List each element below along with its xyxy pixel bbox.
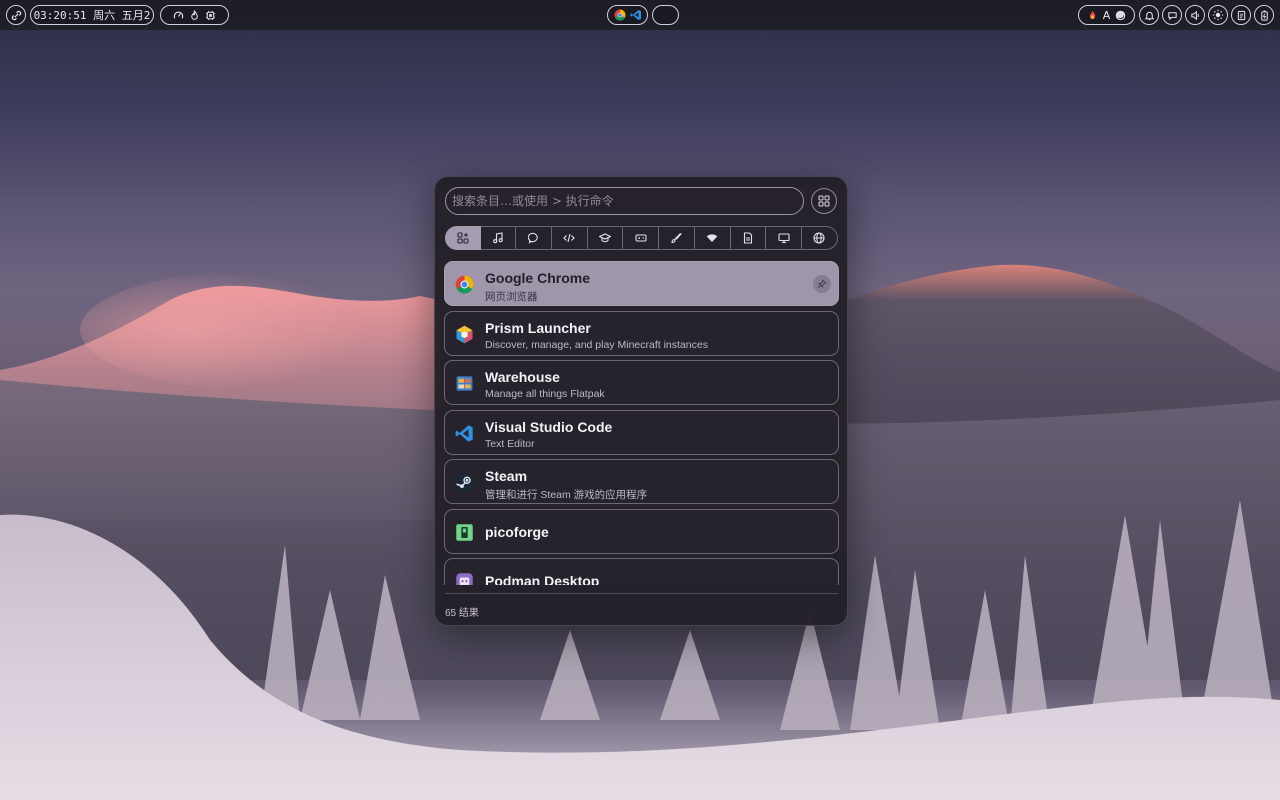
search-input[interactable] bbox=[445, 187, 804, 215]
volume-icon[interactable] bbox=[1185, 5, 1205, 25]
tab-game[interactable] bbox=[623, 226, 660, 250]
pin-button[interactable] bbox=[813, 275, 831, 293]
system-monitor-pill[interactable] bbox=[160, 5, 229, 25]
app-name: Visual Studio Code bbox=[485, 419, 613, 435]
top-bar: 03:20:51 周六 五月2 A bbox=[0, 0, 1280, 30]
list-item[interactable]: Steam 管理和进行 Steam 游戏的应用程序 bbox=[444, 459, 839, 504]
vscode-icon[interactable] bbox=[630, 9, 642, 21]
graduation-cap-icon bbox=[599, 233, 612, 243]
app-launcher: Google Chrome 网页浏览器 Prism Launcher Disco… bbox=[434, 176, 848, 626]
pin-icon bbox=[817, 279, 827, 289]
brightness-icon[interactable] bbox=[1208, 5, 1228, 25]
grid-view-button[interactable] bbox=[811, 188, 837, 214]
vscode-icon bbox=[455, 424, 474, 443]
tab-system[interactable] bbox=[766, 226, 802, 250]
tab-network[interactable] bbox=[694, 226, 731, 250]
app-name: Podman Desktop bbox=[485, 573, 600, 585]
app-name: Steam bbox=[485, 468, 528, 484]
steam-icon bbox=[455, 473, 474, 492]
music-icon bbox=[493, 232, 503, 244]
monitor-icon bbox=[777, 233, 790, 244]
document-icon bbox=[743, 232, 752, 244]
input-method-indicator[interactable]: A bbox=[1103, 9, 1111, 22]
chat-icon bbox=[527, 232, 538, 244]
empty-workspace-pill[interactable] bbox=[652, 5, 679, 25]
tab-all[interactable] bbox=[445, 226, 481, 250]
clipboard-icon[interactable] bbox=[1231, 5, 1251, 25]
bell-icon[interactable] bbox=[1139, 5, 1159, 25]
apps-icon bbox=[457, 232, 469, 244]
list-item[interactable]: Podman Desktop bbox=[444, 558, 839, 585]
app-description: 管理和进行 Steam 游戏的应用程序 bbox=[485, 489, 648, 501]
cpu-icon bbox=[205, 9, 217, 21]
taskbar-apps bbox=[607, 5, 648, 25]
globe-icon bbox=[813, 232, 825, 244]
list-item[interactable]: Visual Studio Code Text Editor bbox=[444, 410, 839, 455]
tab-graphics[interactable] bbox=[659, 226, 695, 250]
flame-icon bbox=[189, 9, 201, 21]
link-icon[interactable] bbox=[6, 5, 26, 25]
footer-divider bbox=[445, 593, 838, 594]
result-count: 65 结果 bbox=[445, 608, 479, 619]
prism-icon bbox=[455, 325, 474, 344]
battery-icon[interactable] bbox=[1254, 5, 1274, 25]
list-item[interactable]: Warehouse Manage all things Flatpak bbox=[444, 360, 839, 405]
tab-education[interactable] bbox=[587, 226, 624, 250]
app-description: Discover, manage, and play Minecraft ins… bbox=[485, 339, 708, 351]
podman-icon bbox=[455, 572, 474, 585]
chrome-icon bbox=[455, 275, 474, 294]
tab-web[interactable] bbox=[801, 226, 838, 250]
grid-icon bbox=[818, 195, 830, 207]
app-name: Prism Launcher bbox=[485, 320, 591, 336]
tab-audio[interactable] bbox=[480, 226, 517, 250]
chrome-icon[interactable] bbox=[614, 9, 626, 21]
app-name: Google Chrome bbox=[485, 270, 591, 286]
wifi-icon bbox=[706, 234, 718, 242]
chat-icon[interactable] bbox=[1162, 5, 1182, 25]
app-name: picoforge bbox=[485, 524, 549, 540]
app-description: 网页浏览器 bbox=[485, 291, 538, 303]
gamepad-icon bbox=[635, 234, 647, 242]
tab-chat[interactable] bbox=[516, 226, 553, 250]
category-tabs bbox=[445, 226, 838, 250]
tab-development[interactable] bbox=[552, 226, 588, 250]
list-item[interactable]: Google Chrome 网页浏览器 bbox=[444, 261, 839, 306]
app-name: Warehouse bbox=[485, 369, 560, 385]
gauge-icon bbox=[173, 9, 185, 21]
list-item[interactable]: picoforge bbox=[444, 509, 839, 554]
results-list: Google Chrome 网页浏览器 Prism Launcher Disco… bbox=[444, 261, 839, 585]
clock-pill[interactable]: 03:20:51 周六 五月2 bbox=[30, 5, 154, 25]
tab-office[interactable] bbox=[730, 226, 767, 250]
clock-text: 03:20:51 周六 五月2 bbox=[33, 9, 151, 22]
list-item[interactable]: Prism Launcher Discover, manage, and pla… bbox=[444, 311, 839, 356]
fire-icon[interactable] bbox=[1087, 9, 1099, 21]
moon-icon[interactable] bbox=[1114, 9, 1126, 21]
tray-indicators: A bbox=[1078, 5, 1135, 25]
app-description: Text Editor bbox=[485, 438, 535, 450]
warehouse-icon bbox=[455, 374, 474, 393]
brush-icon bbox=[671, 233, 683, 244]
app-description: Manage all things Flatpak bbox=[485, 388, 605, 400]
picoforge-icon bbox=[455, 523, 474, 542]
code-icon bbox=[563, 233, 576, 243]
